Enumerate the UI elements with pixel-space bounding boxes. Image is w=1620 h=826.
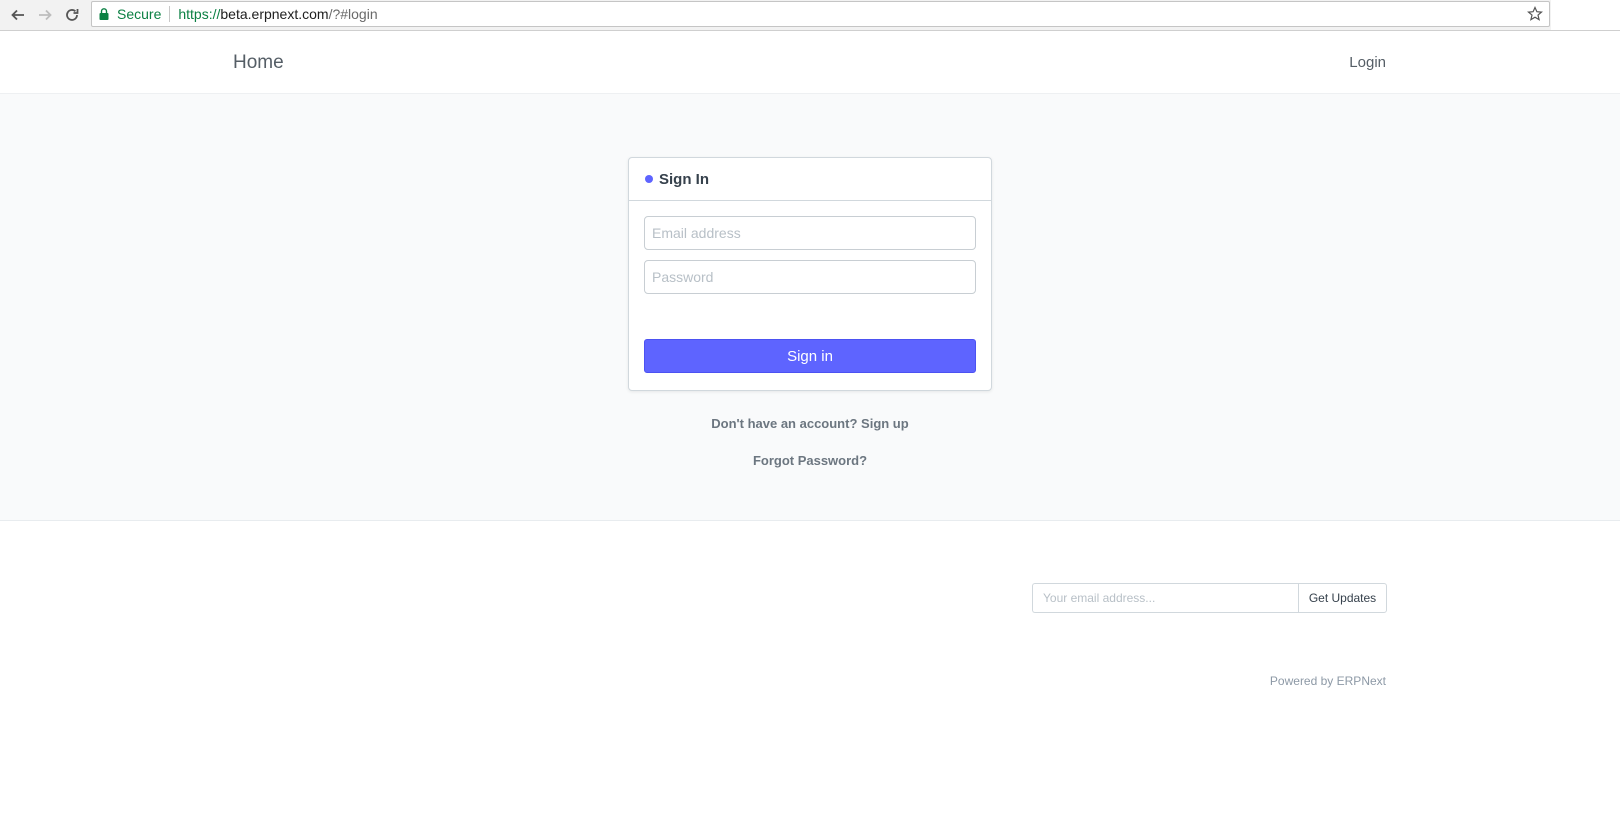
address-bar[interactable]: Secure https://beta.erpnext.com/?#login bbox=[91, 1, 1550, 27]
powered-by-text: Powered by bbox=[1269, 674, 1334, 688]
reload-icon[interactable] bbox=[60, 3, 84, 27]
url-host: beta.erpnext.com bbox=[220, 6, 329, 22]
login-card: Sign In Sign in bbox=[628, 157, 992, 391]
omnibox-divider bbox=[169, 6, 171, 22]
login-form: Sign in bbox=[629, 201, 991, 373]
subscribe-email-input[interactable] bbox=[1032, 583, 1298, 613]
erpnext-link[interactable]: ERPNext bbox=[1337, 674, 1386, 688]
signup-prompt-text: Don't have an account? bbox=[711, 416, 858, 431]
home-brand-link[interactable]: Home bbox=[233, 52, 284, 74]
powered-by: Powered by ERPNext bbox=[1270, 674, 1386, 688]
password-field[interactable] bbox=[644, 260, 976, 294]
get-updates-button[interactable]: Get Updates bbox=[1298, 583, 1387, 613]
signup-link-text: Sign up bbox=[861, 416, 909, 431]
signup-link[interactable]: Don't have an account? Sign up bbox=[711, 416, 908, 431]
sign-in-button[interactable]: Sign in bbox=[644, 339, 976, 373]
forward-arrow-icon[interactable] bbox=[33, 3, 57, 27]
forgot-password-link[interactable]: Forgot Password? bbox=[753, 453, 867, 468]
site-navbar: Home Login bbox=[0, 31, 1620, 94]
indicator-dot-icon bbox=[645, 175, 653, 183]
secure-label: Secure bbox=[117, 6, 162, 22]
signup-prompt: Don't have an account? Sign up bbox=[0, 416, 1620, 431]
email-field[interactable] bbox=[644, 216, 976, 250]
bookmark-star-icon[interactable] bbox=[1527, 6, 1543, 22]
login-section: Sign In Sign in Don't have an account? S… bbox=[0, 94, 1620, 521]
lock-icon bbox=[99, 7, 111, 21]
url-path: /?#login bbox=[328, 6, 378, 22]
login-card-header: Sign In bbox=[629, 158, 991, 201]
back-arrow-icon[interactable] bbox=[6, 3, 30, 27]
browser-toolbar: Secure https://beta.erpnext.com/?#login bbox=[0, 0, 1620, 31]
subscribe-form: Get Updates bbox=[1032, 583, 1387, 613]
forgot-password-row: Forgot Password? bbox=[0, 453, 1620, 468]
toolbar-blank-area bbox=[1551, 0, 1620, 30]
login-title: Sign In bbox=[659, 170, 709, 188]
login-nav-link[interactable]: Login bbox=[1349, 54, 1386, 71]
url-scheme: https:// bbox=[178, 6, 221, 22]
footer: Get Updates Powered by ERPNext bbox=[0, 522, 1620, 826]
